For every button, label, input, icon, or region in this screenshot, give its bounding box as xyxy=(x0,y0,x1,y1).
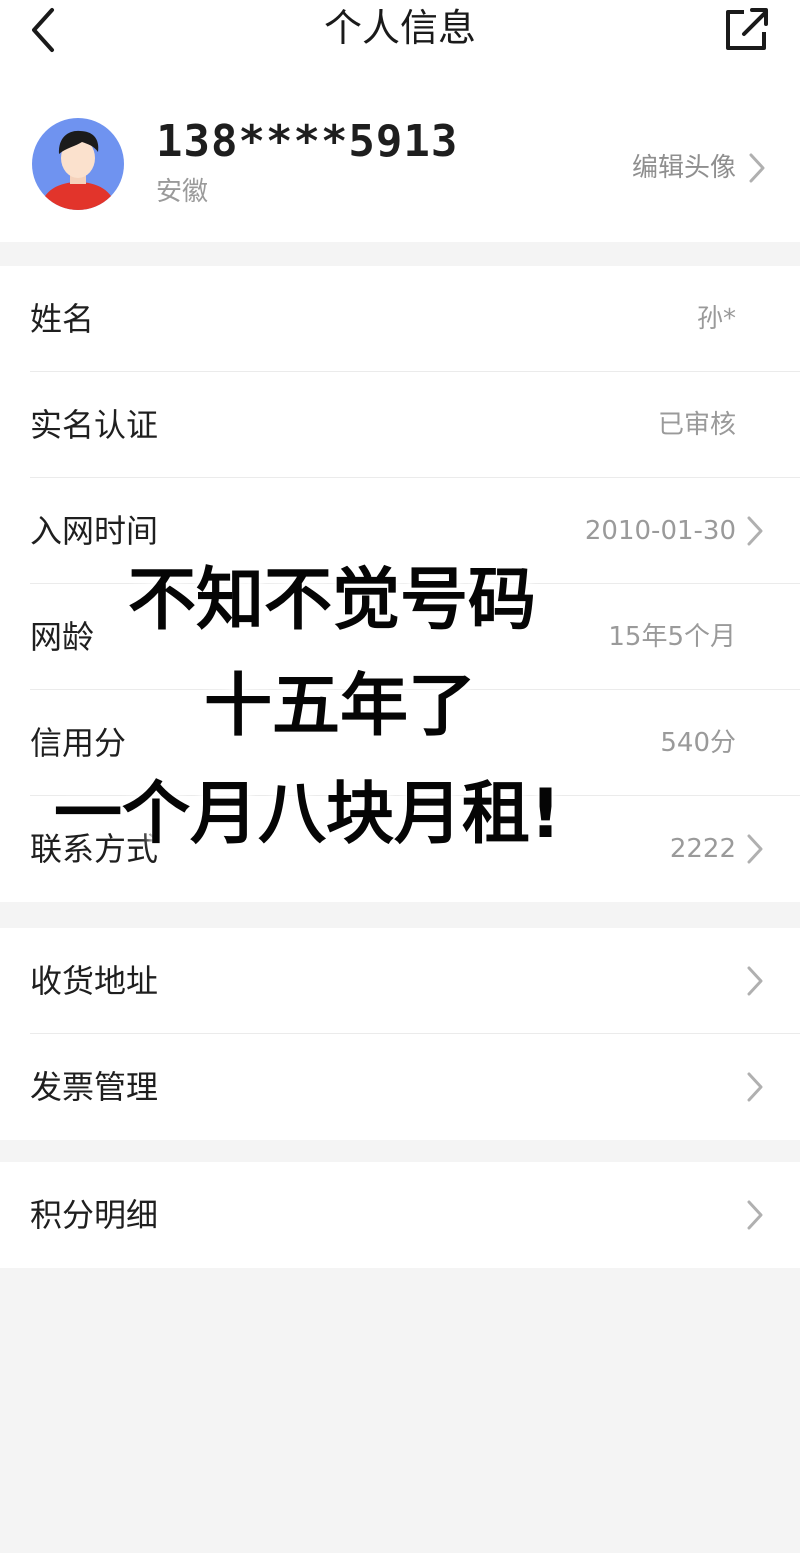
info-section: 姓名 孙* 实名认证 已审核 入网时间 2010-01-30 网龄 15年5个月… xyxy=(0,266,800,902)
chevron-right-icon xyxy=(747,1200,763,1230)
page-title: 个人信息 xyxy=(323,6,476,50)
row-label: 信用分 xyxy=(30,724,127,762)
list-item-credit-score: 信用分 540分 xyxy=(0,690,800,796)
edit-avatar-label: 编辑头像 xyxy=(631,153,736,183)
top-nav-bar: 个人信息 xyxy=(0,0,800,90)
row-label: 发票管理 xyxy=(30,1068,159,1106)
list-item-points-detail[interactable]: 积分明细 xyxy=(0,1162,800,1268)
phone-number: 138****5913 xyxy=(156,116,459,167)
region-label: 安徽 xyxy=(156,177,209,207)
chevron-right-icon xyxy=(747,1072,763,1102)
row-value: 2010-01-30 xyxy=(584,516,736,546)
edit-avatar-button[interactable]: 编辑头像 xyxy=(632,150,768,186)
chevron-right-icon xyxy=(747,834,763,864)
row-label: 姓名 xyxy=(30,300,95,338)
list-item-name: 姓名 孙* xyxy=(0,266,800,372)
row-label: 联系方式 xyxy=(30,830,159,868)
row-value: 2222 xyxy=(669,834,736,864)
share-icon[interactable] xyxy=(722,4,772,54)
row-label: 实名认证 xyxy=(30,406,159,444)
list-item-join-date[interactable]: 入网时间 2010-01-30 xyxy=(0,478,800,584)
user-avatar-icon[interactable] xyxy=(32,118,124,210)
chevron-right-icon xyxy=(747,966,763,996)
list-item-verification: 实名认证 已审核 xyxy=(0,372,800,478)
row-label: 入网时间 xyxy=(30,512,159,550)
row-label: 网龄 xyxy=(30,618,95,656)
profile-card: 138****5913 安徽 编辑头像 xyxy=(0,90,800,242)
list-item-invoice[interactable]: 发票管理 xyxy=(0,1034,800,1140)
row-value: 已审核 xyxy=(657,410,736,440)
row-label: 积分明细 xyxy=(30,1196,159,1234)
points-section: 积分明细 xyxy=(0,1162,800,1268)
list-item-shipping-address[interactable]: 收货地址 xyxy=(0,928,800,1034)
chevron-right-icon xyxy=(747,516,763,546)
list-item-network-age: 网龄 15年5个月 xyxy=(0,584,800,690)
row-value: 15年5个月 xyxy=(608,622,736,652)
chevron-right-icon xyxy=(749,153,765,183)
list-item-contact[interactable]: 联系方式 2222 xyxy=(0,796,800,902)
services-section: 收货地址 发票管理 xyxy=(0,928,800,1140)
row-label: 收货地址 xyxy=(30,962,159,1000)
row-value: 孙* xyxy=(696,304,736,334)
row-value: 540分 xyxy=(660,728,736,758)
